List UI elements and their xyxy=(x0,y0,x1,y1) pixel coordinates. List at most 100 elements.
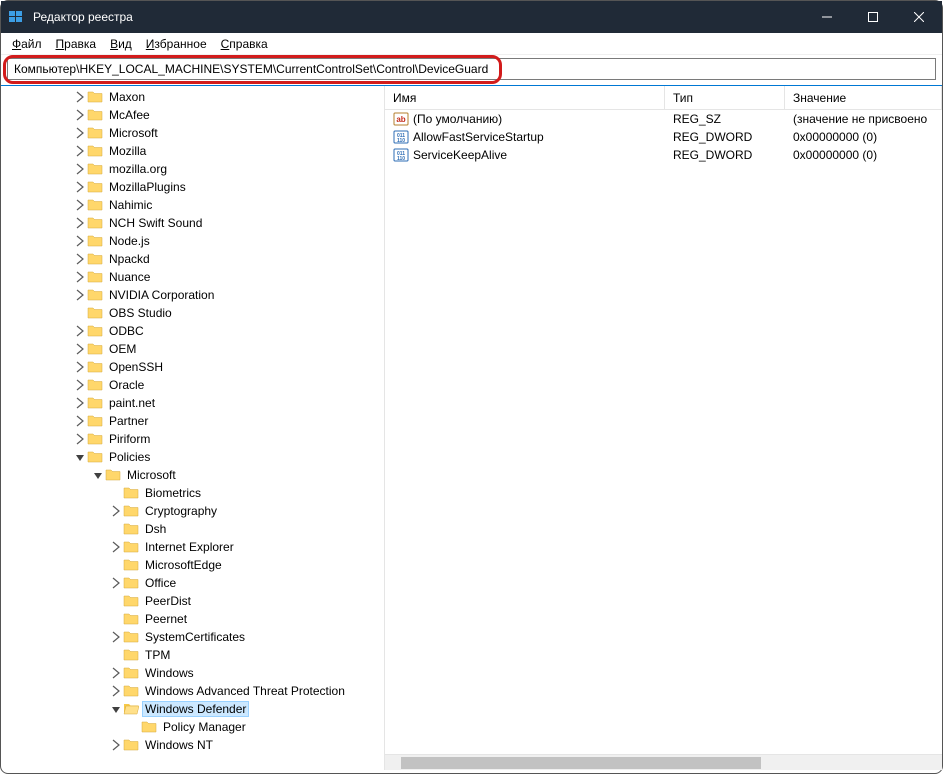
chevron-down-icon[interactable] xyxy=(109,702,123,716)
tree-item[interactable]: Biometrics xyxy=(1,484,384,502)
chevron-right-icon[interactable] xyxy=(109,630,123,644)
col-name[interactable]: Имя xyxy=(385,86,665,109)
tree-item[interactable]: MicrosoftEdge xyxy=(1,556,384,574)
chevron-right-icon[interactable] xyxy=(73,324,87,338)
chevron-right-icon[interactable] xyxy=(109,666,123,680)
menu-edit[interactable]: Правка xyxy=(49,35,104,53)
minimize-button[interactable] xyxy=(804,1,850,33)
value-row[interactable]: ServiceKeepAliveREG_DWORD0x00000000 (0) xyxy=(385,146,942,164)
value-data: 0x00000000 (0) xyxy=(785,130,942,144)
horizontal-scrollbar[interactable] xyxy=(385,754,942,770)
folder-icon xyxy=(87,305,103,321)
tree-item[interactable]: SystemCertificates xyxy=(1,628,384,646)
chevron-right-icon[interactable] xyxy=(73,90,87,104)
values-list[interactable]: (По умолчанию)REG_SZ(значение не присвое… xyxy=(385,110,942,754)
tree-item[interactable]: Maxon xyxy=(1,88,384,106)
tree-item[interactable]: Oracle xyxy=(1,376,384,394)
menu-fav[interactable]: Избранное xyxy=(139,35,214,53)
chevron-right-icon[interactable] xyxy=(73,378,87,392)
tree-item[interactable]: OBS Studio xyxy=(1,304,384,322)
tree-item[interactable]: Internet Explorer xyxy=(1,538,384,556)
chevron-right-icon[interactable] xyxy=(73,162,87,176)
chevron-right-icon[interactable] xyxy=(109,684,123,698)
chevron-right-icon[interactable] xyxy=(73,126,87,140)
tree-item-label: Dsh xyxy=(143,522,168,536)
chevron-right-icon[interactable] xyxy=(73,414,87,428)
tree-item[interactable]: MozillaPlugins xyxy=(1,178,384,196)
tree-item-label: Node.js xyxy=(107,234,152,248)
chevron-right-icon[interactable] xyxy=(73,270,87,284)
chevron-down-icon[interactable] xyxy=(73,450,87,464)
tree-item[interactable]: Windows Advanced Threat Protection xyxy=(1,682,384,700)
menu-help[interactable]: Справка xyxy=(214,35,275,53)
app-icon xyxy=(9,9,25,25)
tree-item-label: Biometrics xyxy=(143,486,203,500)
tree-item-label: SystemCertificates xyxy=(143,630,247,644)
tree-item[interactable]: NCH Swift Sound xyxy=(1,214,384,232)
chevron-right-icon[interactable] xyxy=(109,576,123,590)
folder-icon xyxy=(87,287,103,303)
chevron-right-icon[interactable] xyxy=(73,252,87,266)
chevron-right-icon[interactable] xyxy=(73,342,87,356)
chevron-right-icon[interactable] xyxy=(73,234,87,248)
chevron-right-icon[interactable] xyxy=(109,540,123,554)
tree-item[interactable]: Windows xyxy=(1,664,384,682)
chevron-right-icon[interactable] xyxy=(73,432,87,446)
tree-item[interactable]: Cryptography xyxy=(1,502,384,520)
tree-item-label: McAfee xyxy=(107,108,152,122)
tree-item[interactable]: OEM xyxy=(1,340,384,358)
tree-item-label: TPM xyxy=(143,648,172,662)
tree-item[interactable]: Mozilla xyxy=(1,142,384,160)
tree-item[interactable]: TPM xyxy=(1,646,384,664)
tree-item[interactable]: Microsoft xyxy=(1,124,384,142)
col-value[interactable]: Значение xyxy=(785,86,942,109)
chevron-right-icon[interactable] xyxy=(73,396,87,410)
tree-item[interactable]: Nahimic xyxy=(1,196,384,214)
tree-item[interactable]: paint.net xyxy=(1,394,384,412)
tree-item[interactable]: OpenSSH xyxy=(1,358,384,376)
value-row[interactable]: AllowFastServiceStartupREG_DWORD0x000000… xyxy=(385,128,942,146)
close-button[interactable] xyxy=(896,1,942,33)
folder-icon xyxy=(87,413,103,429)
tree-pane[interactable]: MaxonMcAfeeMicrosoftMozillamozilla.orgMo… xyxy=(1,86,385,770)
address-input[interactable] xyxy=(7,58,936,80)
value-row[interactable]: (По умолчанию)REG_SZ(значение не присвое… xyxy=(385,110,942,128)
folder-icon xyxy=(87,179,103,195)
chevron-right-icon[interactable] xyxy=(73,216,87,230)
tree-item-label: PeerDist xyxy=(143,594,193,608)
chevron-right-icon[interactable] xyxy=(73,288,87,302)
tree-item[interactable]: Partner xyxy=(1,412,384,430)
tree-item[interactable]: Policies xyxy=(1,448,384,466)
chevron-down-icon[interactable] xyxy=(91,468,105,482)
folder-icon xyxy=(87,233,103,249)
tree-item[interactable]: Dsh xyxy=(1,520,384,538)
tree-item[interactable]: Node.js xyxy=(1,232,384,250)
menu-view[interactable]: Вид xyxy=(103,35,139,53)
tree-item[interactable]: Microsoft xyxy=(1,466,384,484)
chevron-right-icon[interactable] xyxy=(109,738,123,752)
col-type[interactable]: Тип xyxy=(665,86,785,109)
tree-item[interactable]: PeerDist xyxy=(1,592,384,610)
tree-item[interactable]: Peernet xyxy=(1,610,384,628)
maximize-button[interactable] xyxy=(850,1,896,33)
chevron-right-icon[interactable] xyxy=(73,144,87,158)
scrollbar-thumb[interactable] xyxy=(401,757,761,769)
chevron-right-icon[interactable] xyxy=(73,180,87,194)
tree-item[interactable]: Piriform xyxy=(1,430,384,448)
tree-item[interactable]: Npackd xyxy=(1,250,384,268)
tree-item[interactable]: Windows NT xyxy=(1,736,384,754)
titlebar[interactable]: Редактор реестра xyxy=(1,1,942,33)
tree-item[interactable]: Nuance xyxy=(1,268,384,286)
tree-item[interactable]: McAfee xyxy=(1,106,384,124)
tree-item[interactable]: Office xyxy=(1,574,384,592)
chevron-right-icon[interactable] xyxy=(109,504,123,518)
tree-item[interactable]: Policy Manager xyxy=(1,718,384,736)
tree-item[interactable]: Windows Defender xyxy=(1,700,384,718)
tree-item[interactable]: NVIDIA Corporation xyxy=(1,286,384,304)
menu-file[interactable]: Файл xyxy=(5,35,49,53)
tree-item[interactable]: mozilla.org xyxy=(1,160,384,178)
chevron-right-icon[interactable] xyxy=(73,108,87,122)
chevron-right-icon[interactable] xyxy=(73,360,87,374)
chevron-right-icon[interactable] xyxy=(73,198,87,212)
tree-item[interactable]: ODBC xyxy=(1,322,384,340)
